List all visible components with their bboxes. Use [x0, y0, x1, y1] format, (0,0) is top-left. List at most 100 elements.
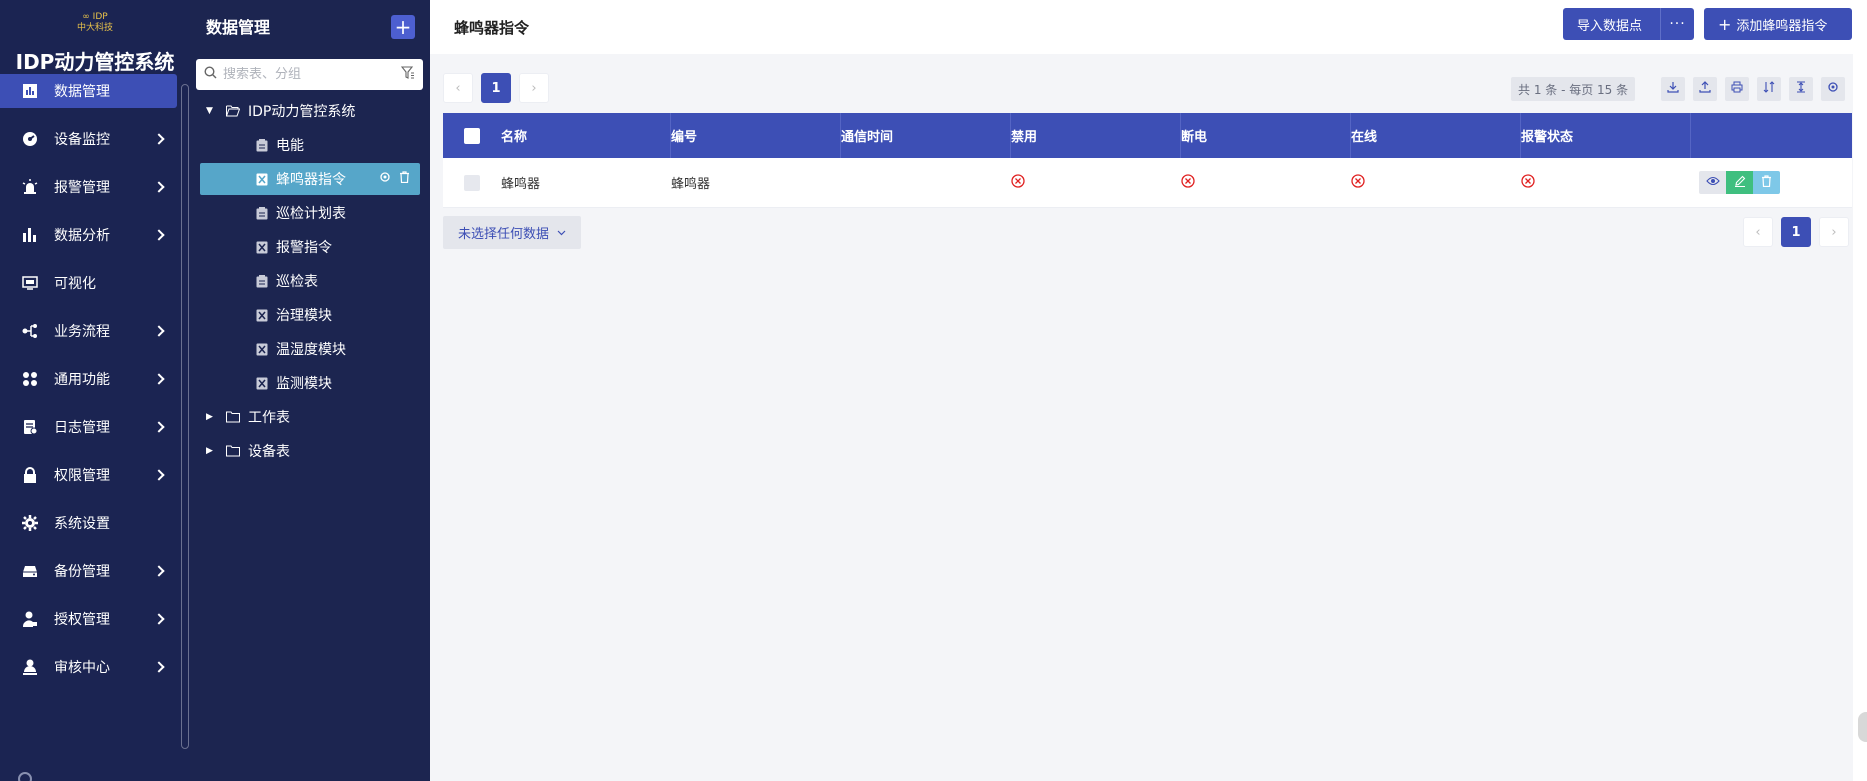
more-options-button[interactable]: ···	[1660, 8, 1694, 40]
nav-item-audit-center[interactable]: 审核中心	[0, 643, 177, 691]
nav-item-data-analysis[interactable]: 数据分析	[0, 211, 177, 259]
nav-item-device-monitor[interactable]: 设备监控	[0, 115, 177, 163]
right-scroll-track[interactable]	[1853, 0, 1867, 781]
add-buzzer-command-button[interactable]: + 添加蜂鸣器指令	[1704, 8, 1852, 40]
view-button[interactable]	[1699, 171, 1726, 194]
row-checkbox[interactable]	[464, 174, 480, 191]
nav-item-backup-management[interactable]: 备份管理	[0, 547, 177, 595]
nav-item-label: 日志管理	[54, 420, 110, 436]
flow-icon	[22, 323, 38, 339]
dashboard-icon	[22, 131, 38, 147]
prev-page-button[interactable]: ‹	[443, 73, 473, 103]
nav-item-data-management[interactable]: 数据管理	[0, 74, 177, 108]
trash-icon[interactable]	[399, 171, 410, 187]
row-height-button[interactable]	[1789, 77, 1813, 101]
select-all-checkbox[interactable]	[464, 127, 480, 144]
import-data-points-button[interactable]: 导入数据点 ···	[1563, 8, 1694, 40]
main-content: 蜂鸣器指令 导入数据点 ··· + 添加蜂鸣器指令 ‹ 1 › 共 1 条 - …	[430, 0, 1867, 781]
import-button[interactable]	[1693, 77, 1717, 101]
tree-node-table[interactable]: 温湿度模块	[190, 332, 430, 366]
print-button[interactable]	[1725, 77, 1749, 101]
user-avatar-icon[interactable]	[18, 772, 32, 781]
next-page-button[interactable]: ›	[519, 73, 549, 103]
record-summary: 共 1 条 - 每页 15 条	[1511, 77, 1636, 101]
filter-icon[interactable]	[400, 65, 415, 84]
tree-node-label: 温湿度模块	[276, 342, 346, 358]
infinity-icon: ∞	[82, 12, 90, 22]
nav-item-label: 通用功能	[54, 372, 110, 388]
tree-node-table[interactable]: 监测模块	[190, 366, 430, 400]
export-button[interactable]	[1661, 77, 1685, 101]
tree-node-label: 设备表	[248, 444, 290, 460]
delete-button[interactable]	[1753, 171, 1780, 194]
cell-code: 蜂鸣器	[671, 177, 711, 192]
sidebar-scrollbar[interactable]	[181, 84, 189, 749]
nav-item-common-functions[interactable]: 通用功能	[0, 355, 177, 403]
trash-icon	[1761, 174, 1772, 191]
plus-icon: +	[394, 15, 412, 39]
selection-dropdown[interactable]: 未选择任何数据	[443, 216, 582, 249]
search-icon	[204, 66, 217, 83]
page-button-current[interactable]: 1	[481, 73, 511, 103]
page-button-current[interactable]: 1	[1781, 217, 1811, 247]
excel-table-icon	[256, 377, 268, 390]
caret-down-icon[interactable]: ▼	[206, 106, 216, 116]
edit-button[interactable]	[1726, 171, 1753, 194]
user-key-icon	[22, 611, 38, 627]
add-group-button[interactable]: +	[391, 15, 415, 39]
nav-item-authorization-management[interactable]: 授权管理	[0, 595, 177, 643]
prev-page-button[interactable]: ‹	[1743, 217, 1773, 247]
column-header-online[interactable]: 在线	[1351, 113, 1521, 158]
column-header-code[interactable]: 编号	[671, 113, 841, 158]
table-row[interactable]: 蜂鸣器 蜂鸣器	[443, 158, 1852, 208]
tree-node-table[interactable]: 报警指令	[190, 230, 430, 264]
tree-node-table[interactable]: 治理模块	[190, 298, 430, 332]
chevron-right-icon	[153, 565, 165, 577]
tree-node-table[interactable]: 电能	[190, 128, 430, 162]
pagination-bottom: ‹ 1 ›	[1743, 217, 1849, 247]
nav-item-permission-management[interactable]: 权限管理	[0, 451, 177, 499]
caret-right-icon[interactable]: ▶	[206, 412, 216, 422]
cell-name: 蜂鸣器	[501, 177, 541, 192]
eye-icon	[1705, 175, 1720, 190]
caret-right-icon[interactable]: ▶	[206, 446, 216, 456]
cell-actions	[1691, 171, 1852, 194]
tree-search-input[interactable]	[223, 67, 401, 82]
column-header-disabled[interactable]: 禁用	[1011, 113, 1181, 158]
nav-item-label: 备份管理	[54, 564, 110, 580]
tree-node-table[interactable]: 巡检表	[190, 264, 430, 298]
nav-item-label: 数据管理	[54, 84, 110, 100]
selection-label: 未选择任何数据	[458, 227, 550, 242]
column-header-alarm-status[interactable]: 报警状态	[1521, 113, 1691, 158]
tree-node-group[interactable]: ▶ 工作表	[190, 400, 430, 434]
excel-table-icon	[256, 343, 268, 356]
tree-node-table-selected[interactable]: 蜂鸣器指令	[200, 163, 420, 195]
tree-node-table[interactable]: 巡检计划表	[190, 196, 430, 230]
chevron-right-icon	[153, 325, 165, 337]
gear-icon[interactable]	[379, 171, 391, 187]
sort-button[interactable]	[1757, 77, 1781, 101]
nav-item-system-settings[interactable]: 系统设置	[0, 499, 177, 547]
floating-assistant-handle[interactable]	[1858, 712, 1867, 742]
bar-chart-icon	[22, 83, 38, 99]
nav-item-business-flow[interactable]: 业务流程	[0, 307, 177, 355]
nav-item-visualization[interactable]: 可视化	[0, 259, 177, 307]
logo-text: IDP	[92, 12, 108, 22]
tree-node-group[interactable]: ▶ 设备表	[190, 434, 430, 468]
column-settings-button[interactable]	[1821, 77, 1845, 101]
column-header-comm-time[interactable]: 通信时间	[841, 113, 1011, 158]
nav-item-alarm-management[interactable]: 报警管理	[0, 163, 177, 211]
column-header-name[interactable]: 名称	[501, 113, 671, 158]
data-table: 名称 编号 通信时间 禁用 断电 在线 报警状态 蜂鸣器 蜂鸣器	[443, 113, 1852, 208]
column-header-power-off[interactable]: 断电	[1181, 113, 1351, 158]
nav-item-log-management[interactable]: 日志管理	[0, 403, 177, 451]
page-header: 蜂鸣器指令 导入数据点 ··· + 添加蜂鸣器指令	[430, 0, 1867, 54]
row-actions	[1699, 171, 1780, 194]
tree-node-label: 电能	[276, 138, 304, 154]
page-title: 蜂鸣器指令	[454, 18, 530, 37]
tree-node-root[interactable]: ▼ IDP动力管控系统	[190, 94, 430, 128]
next-page-button[interactable]: ›	[1819, 217, 1849, 247]
chevron-right-icon: ›	[531, 80, 537, 96]
clipboard-icon	[256, 206, 268, 220]
select-all-cell	[443, 127, 501, 144]
